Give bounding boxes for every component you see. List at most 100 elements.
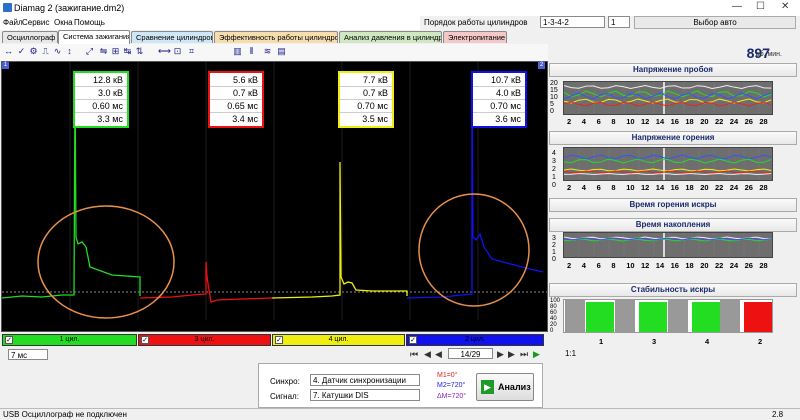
channel-label: 3 цил. bbox=[194, 336, 215, 343]
channel-label: 4 цил. bbox=[328, 336, 349, 343]
toolbar-tool-icon[interactable]: ⎍ bbox=[40, 46, 51, 57]
panel-x-tick: 6 bbox=[596, 117, 601, 126]
panel-dwell-title[interactable]: Время накопления bbox=[549, 218, 797, 232]
play-icon[interactable]: ▶ bbox=[533, 349, 540, 360]
readout-dwell: 3.5 мс bbox=[362, 114, 388, 124]
panel-x-tick: 14 bbox=[655, 183, 665, 192]
panel-x-tick: 12 bbox=[641, 183, 650, 192]
toolbar-tool-icon[interactable]: ≋ bbox=[262, 46, 273, 57]
panel-x-tick: 2 bbox=[567, 261, 572, 270]
toolbar-tool-icon[interactable]: ↔ bbox=[3, 46, 14, 57]
panel-spark-stability-title[interactable]: Стабильность искры bbox=[549, 283, 797, 297]
panel-x-tick: 26 bbox=[744, 117, 753, 126]
y-tick: 0 bbox=[550, 328, 554, 334]
toolbar-tool-icon[interactable]: ⇅ bbox=[134, 46, 145, 57]
toolbar-tool-icon[interactable]: ⊞ bbox=[110, 46, 121, 57]
toolbar-tool-icon[interactable]: ↕ bbox=[64, 46, 75, 57]
readout-dwell: 3.3 мс bbox=[97, 114, 123, 124]
signal-select[interactable]: 7. Катушки DIS bbox=[310, 389, 420, 401]
tab-cylinder-compare[interactable]: Сравнение цилиндров bbox=[131, 31, 213, 43]
menu-file[interactable]: Файл bbox=[3, 18, 23, 27]
nav-next-page-icon[interactable]: ▶ bbox=[508, 349, 515, 360]
channel-label: 1 цил. bbox=[59, 336, 80, 343]
marker-m2: M2=720° bbox=[437, 382, 466, 389]
tab-ignition[interactable]: Система зажигания bbox=[58, 30, 130, 44]
tab-oscilloscope[interactable]: Осциллограф bbox=[2, 31, 58, 43]
readout-kv-burn: 3.0 кВ bbox=[98, 88, 123, 98]
toolbar-tool-icon[interactable]: ▤ bbox=[276, 46, 287, 57]
channel-bar-cylinder-2[interactable]: ✓ 3 цил. bbox=[138, 334, 271, 346]
readout-box-cylinder-3: 7.7 кВ 0.7 кВ 0.70 мс 3.5 мс bbox=[338, 71, 394, 128]
toolbar-tool-icon[interactable]: ∿ bbox=[52, 46, 63, 57]
readout-divider bbox=[210, 86, 262, 87]
panel-x-tick: 16 bbox=[670, 183, 679, 192]
toolbar-tool-icon[interactable]: ▥ bbox=[232, 46, 243, 57]
menu-windows[interactable]: Окна bbox=[54, 18, 73, 27]
channel-bar-cylinder-1[interactable]: ✓ 1 цил. bbox=[2, 334, 137, 346]
scope-x-tick: 360° bbox=[266, 322, 283, 331]
toolbar-tool-icon[interactable]: ✓ bbox=[16, 46, 27, 57]
maximize-button[interactable]: ☐ bbox=[756, 1, 765, 12]
page-indicator[interactable]: 14/29 bbox=[448, 348, 493, 359]
panel-x-tick: 20 bbox=[700, 183, 709, 192]
readout-kv-burn: 0.7 кВ bbox=[363, 88, 388, 98]
marker-1[interactable]: 1 bbox=[2, 62, 9, 69]
highlight-circle bbox=[418, 193, 530, 307]
menu-service[interactable]: Сервис bbox=[22, 18, 49, 27]
readout-kv-peak: 7.7 кВ bbox=[363, 75, 388, 85]
toolbar-tool-icon[interactable]: ⟷ bbox=[158, 46, 171, 57]
toolbar-tool-icon[interactable]: ↹ bbox=[122, 46, 133, 57]
toolbar-tool-icon[interactable]: ⤢ bbox=[84, 46, 95, 57]
cylinder-spin[interactable]: 1 bbox=[608, 16, 630, 28]
toolbar-tool-icon[interactable]: ⫴ bbox=[246, 46, 257, 57]
readout-divider bbox=[473, 86, 525, 87]
nav-last-icon[interactable]: ⏭ bbox=[520, 349, 528, 360]
channel-checkbox[interactable]: ✓ bbox=[409, 336, 417, 344]
panel-burn-voltage-title[interactable]: Напряжение горения bbox=[549, 131, 797, 145]
toolbar-tool-icon[interactable]: ⚙ bbox=[28, 46, 39, 57]
tab-pressure-analysis[interactable]: Анализ давления в цилиндре bbox=[339, 31, 442, 43]
panel-x-tick: 22 bbox=[715, 261, 724, 270]
nav-prev-page-icon[interactable]: ◀ bbox=[435, 349, 442, 360]
readout-divider bbox=[340, 112, 392, 113]
nav-prev-icon[interactable]: ◀ bbox=[424, 349, 431, 360]
panel-x-tick: 10 bbox=[626, 117, 635, 126]
analyze-label: Анализ bbox=[498, 382, 531, 392]
cylinder-order-select[interactable]: 1-3-4-2 bbox=[540, 16, 605, 28]
panel-burn-time-title[interactable]: Время горения искры bbox=[549, 198, 797, 212]
readout-divider bbox=[210, 99, 262, 100]
channel-checkbox[interactable]: ✓ bbox=[5, 336, 13, 344]
readout-kv-peak: 5.6 кВ bbox=[233, 75, 258, 85]
timebase-select[interactable]: 7 мс bbox=[8, 349, 48, 360]
marker-2[interactable]: 2 bbox=[538, 62, 545, 69]
burn-voltage-chart bbox=[563, 147, 773, 188]
channel-checkbox[interactable]: ✓ bbox=[141, 336, 149, 344]
close-button[interactable]: ✕ bbox=[781, 1, 789, 12]
nav-next-icon[interactable]: ▶ bbox=[497, 349, 504, 360]
panel-breakdown-voltage-title[interactable]: Напряжение пробоя bbox=[549, 63, 797, 77]
readout-box-cylinder-1: 12.8 кВ 3.0 кВ 0.60 мс 3.3 мс bbox=[73, 71, 129, 128]
panel-x-tick: 18 bbox=[685, 117, 694, 126]
scope-x-tick: 540° bbox=[402, 322, 419, 331]
minimize-button[interactable]: — bbox=[732, 1, 742, 12]
tab-power-supply[interactable]: Электропитание bbox=[443, 31, 507, 43]
menu-help[interactable]: Помощь bbox=[74, 18, 105, 27]
toolbar-tool-icon[interactable]: ⇋ bbox=[98, 46, 109, 57]
panel-x-tick: 8 bbox=[611, 117, 616, 126]
channel-bar-cylinder-3[interactable]: ✓ 4 цил. bbox=[272, 334, 405, 346]
toolbar-tool-icon[interactable]: ⊡ bbox=[172, 46, 183, 57]
panel-x-tick: 24 bbox=[729, 261, 739, 270]
tab-cylinder-efficiency[interactable]: Эффективность работы цилиндров bbox=[214, 31, 338, 43]
toolbar-tool-icon[interactable]: ⌗ bbox=[186, 46, 197, 57]
y-tick: 5 bbox=[550, 101, 554, 108]
select-vehicle-button[interactable]: Выбор авто bbox=[634, 16, 796, 29]
panel-x-tick: 28 bbox=[759, 261, 768, 270]
channel-checkbox[interactable]: ✓ bbox=[275, 336, 283, 344]
analyze-button[interactable]: ▶ Анализ bbox=[476, 373, 534, 401]
stability-cyl-label: 2 bbox=[758, 337, 763, 346]
sync-select[interactable]: 4. Датчик синхронизации bbox=[310, 374, 420, 386]
scope-x-tick: 720° bbox=[528, 322, 545, 331]
panel-x-tick: 6 bbox=[596, 261, 601, 270]
channel-bar-cylinder-4[interactable]: ✓ 2 цил. bbox=[406, 334, 544, 346]
nav-first-icon[interactable]: ⏮ bbox=[410, 349, 418, 360]
